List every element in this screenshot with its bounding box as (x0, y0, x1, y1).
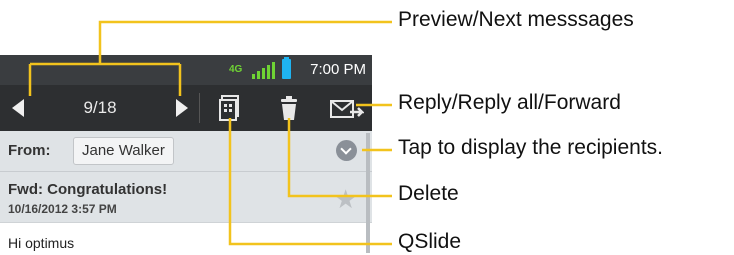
callout-delete: Delete (398, 182, 459, 205)
callout-line-preview (98, 20, 392, 64)
callout-preview-next: Preview/Next messsages (398, 8, 634, 31)
callout-lines (28, 20, 392, 246)
callout-line-qslide (228, 118, 392, 246)
callout-reply: Reply/Reply all/Forward (398, 91, 621, 114)
callout-line-delete (287, 118, 392, 198)
callout-qslide: QSlide (398, 230, 462, 253)
callout-recipients: Tap to display the recipients. (398, 136, 663, 159)
